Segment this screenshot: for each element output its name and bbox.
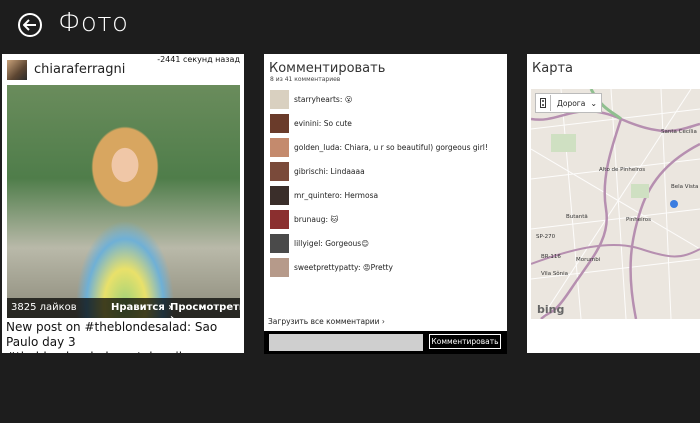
comment-text: 🐱 xyxy=(328,214,339,224)
list-item: mr_quintero: Hermosa xyxy=(270,183,502,207)
avatar[interactable] xyxy=(270,113,289,133)
timestamp: -2441 секунд назад xyxy=(157,55,240,64)
traffic-icon[interactable] xyxy=(536,95,551,111)
map-label: Santa Cecília xyxy=(661,129,697,135)
map-label: SP-270 xyxy=(536,234,556,240)
map-roads xyxy=(531,89,700,319)
photo-header: chiaraferragni -2441 секунд назад xyxy=(2,54,244,85)
username[interactable]: chiaraferragni xyxy=(34,62,125,77)
list-item: starryhearts: 😮 xyxy=(270,87,502,111)
comment-user[interactable]: lillyigel: xyxy=(294,239,323,248)
map-label: Bela Vista xyxy=(671,184,699,190)
avatar[interactable] xyxy=(270,89,289,109)
comments-title: Комментировать xyxy=(269,61,386,76)
photo-image[interactable] xyxy=(7,85,240,318)
list-item: lillyigel: Gorgeous😊 xyxy=(270,231,502,255)
comment-user[interactable]: gibrischi: xyxy=(294,167,328,176)
avatar[interactable] xyxy=(270,137,289,157)
like-button[interactable]: Нравится › xyxy=(111,302,172,313)
map-label: Alto de Pinheiros xyxy=(599,167,646,173)
comment-user[interactable]: starryhearts: xyxy=(294,95,342,104)
comment-text: Hermosa xyxy=(342,190,379,200)
map-label: Pinheiros xyxy=(626,217,651,223)
arrow-left-icon xyxy=(23,19,36,31)
photo-action-bar: 3825 лайков Нравится › Просмотреть › xyxy=(7,298,244,324)
comment-user[interactable]: sweetprettypatty: xyxy=(294,263,360,272)
comment-user[interactable]: evinini: xyxy=(294,119,321,128)
comment-text: Gorgeous😊 xyxy=(322,238,370,248)
map-panel: Карта Alto de Pinheiros Pinheiros Butant… xyxy=(527,54,700,353)
map-mode-label[interactable]: Дорога xyxy=(551,99,585,108)
chevron-down-icon[interactable]: ⌄ xyxy=(590,99,597,108)
list-item: golden_luda: Chiara, u r so beautiful) g… xyxy=(270,135,502,159)
comment-text: 😮 xyxy=(342,94,353,104)
map-title: Карта xyxy=(532,61,573,76)
comment-text: Lindaaaa xyxy=(328,166,365,176)
avatar[interactable] xyxy=(7,60,27,80)
map-view[interactable]: Alto de Pinheiros Pinheiros Butantã Moru… xyxy=(531,89,700,319)
photo-panel: chiaraferragni -2441 секунд назад 3825 л… xyxy=(2,54,244,353)
map-label: Morumbi xyxy=(576,257,601,263)
avatar[interactable] xyxy=(270,161,289,181)
map-label: Butantã xyxy=(566,214,588,220)
map-mode-control[interactable]: Дорога ⌄ xyxy=(535,93,602,113)
avatar[interactable] xyxy=(270,233,289,253)
avatar[interactable] xyxy=(270,257,289,277)
comment-text: Chiara, u r so beautiful) gorgeous girl! xyxy=(342,142,488,152)
comment-text: So cute xyxy=(321,118,352,128)
comment-bar: Комментировать xyxy=(264,331,507,354)
comments-panel: Комментировать 8 из 41 комментариев star… xyxy=(264,54,507,354)
comments-list: starryhearts: 😮 evinini: So cute golden_… xyxy=(270,87,502,279)
page-title: Фото xyxy=(58,8,129,38)
map-label: BR-116 xyxy=(541,254,561,260)
comment-text: 😡Pretty xyxy=(360,262,393,272)
comment-user[interactable]: mr_quintero: xyxy=(294,191,342,200)
photo-caption: New post on #theblondesalad: Sao Paulo d… xyxy=(6,320,218,353)
map-label: Vila Sônia xyxy=(541,271,569,277)
list-item: brunaug: 🐱 xyxy=(270,207,502,231)
comment-user[interactable]: golden_luda: xyxy=(294,143,342,152)
avatar[interactable] xyxy=(270,209,289,229)
likes-count: 3825 лайков xyxy=(11,302,77,313)
back-button[interactable] xyxy=(18,13,42,37)
comment-input[interactable] xyxy=(269,334,423,351)
bing-logo: bing xyxy=(537,303,565,316)
list-item: gibrischi: Lindaaaa xyxy=(270,159,502,183)
comment-user[interactable]: brunaug: xyxy=(294,215,328,224)
list-item: evinini: So cute xyxy=(270,111,502,135)
comment-submit-button[interactable]: Комментировать xyxy=(429,334,501,349)
avatar[interactable] xyxy=(270,185,289,205)
load-all-comments-link[interactable]: Загрузить все комментарии › xyxy=(268,317,385,326)
list-item: sweetprettypatty: 😡Pretty xyxy=(270,255,502,279)
comments-count: 8 из 41 комментариев xyxy=(270,76,341,83)
